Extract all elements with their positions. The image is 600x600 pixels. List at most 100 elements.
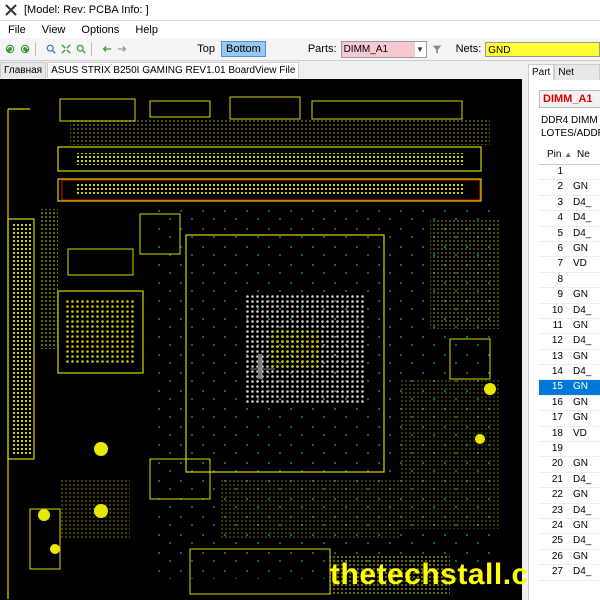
pin-table-row[interactable]: 14 D4_: [539, 365, 600, 381]
clear-filter-icon[interactable]: [432, 43, 442, 55]
pin-number: 16: [551, 396, 563, 408]
pin-net-name: GN: [573, 181, 588, 193]
pin-number: 3: [557, 196, 563, 208]
pin-net-name: D4_: [573, 504, 592, 516]
nets-label: Nets:: [455, 43, 482, 55]
pin-net-name: D4_: [573, 535, 592, 547]
pin-net-name: GN: [573, 550, 588, 562]
part-description-line: DDR4 DIMM 2: [541, 115, 600, 126]
toolbar-separator: [91, 42, 93, 56]
pin-number: 13: [551, 350, 563, 362]
board-canvas[interactable]: [0, 79, 522, 600]
column-header-net[interactable]: Ne: [577, 146, 600, 164]
pin-table-row[interactable]: 23 D4_: [539, 504, 600, 519]
app-icon: [5, 4, 17, 16]
pin-net-name: D4_: [573, 212, 592, 224]
document-tabs: Главная ASUS STRIX B250I GAMING REV1.01 …: [0, 62, 522, 78]
pin-number: 11: [552, 319, 563, 331]
tab-net[interactable]: Net (217: [554, 64, 600, 91]
menu-options[interactable]: Options: [73, 24, 127, 36]
sort-up-icon: ▲: [564, 150, 573, 159]
pin-net-name: GN: [573, 396, 588, 408]
pin-number: 24: [551, 519, 563, 531]
fit-board-icon[interactable]: [61, 43, 71, 55]
pin-net-name: D4_: [573, 366, 592, 378]
pin-table-row[interactable]: 24 GN: [539, 519, 600, 535]
pin-table-row[interactable]: 13 GN: [539, 350, 600, 366]
menu-file[interactable]: File: [0, 24, 34, 36]
rotate-right-icon[interactable]: [20, 43, 30, 55]
pin-number: 1: [557, 166, 563, 177]
tab-boardview-file[interactable]: ASUS STRIX B250I GAMING REV1.01 BoardVie…: [47, 62, 300, 78]
window-title: [Model: Rev: PCBA Info: ]: [24, 4, 149, 16]
pin-number: 20: [551, 458, 563, 470]
pin-table-header: Pin ▲ Ne: [539, 146, 600, 165]
toolbar: Top Bottom Parts: DIMM_A1 ▼ Nets: GND: [0, 38, 600, 61]
pin-table-row[interactable]: 10 D4_: [539, 304, 600, 319]
pin-number: 14: [551, 366, 563, 378]
parts-label: Parts:: [307, 43, 337, 55]
rotate-left-icon[interactable]: [5, 43, 15, 55]
pin-table-row[interactable]: 7 VD: [539, 257, 600, 273]
pin-net-name: GN: [573, 289, 588, 301]
pin-table-row[interactable]: 5 D4_: [539, 227, 600, 242]
pin-net-name: [567, 165, 600, 179]
pin-table-row[interactable]: 1: [539, 165, 600, 181]
pin-net-name: GN: [573, 519, 588, 531]
tab-part[interactable]: Part: [528, 64, 555, 80]
pin-table-row[interactable]: 2 GN: [539, 180, 600, 196]
pin-number: 10: [551, 304, 563, 316]
pin-number: 15: [551, 381, 563, 393]
pin-net-name: D4_: [573, 335, 592, 347]
parts-combobox[interactable]: DIMM_A1 ▼: [340, 40, 427, 58]
pin-net-name: GN: [573, 242, 588, 254]
pin-table-row[interactable]: 22 GN: [539, 488, 600, 504]
pin-table-row[interactable]: 27 D4_: [539, 565, 600, 581]
title-bar: [Model: Rev: PCBA Info: ]: [0, 0, 600, 21]
zoom-out-icon[interactable]: [76, 43, 86, 55]
pin-table-row[interactable]: 9 GN: [539, 288, 600, 304]
pin-table-row[interactable]: 6 GN: [539, 242, 600, 258]
tab-home[interactable]: Главная: [0, 62, 47, 78]
part-name-field: DIMM_A1: [539, 90, 600, 108]
chevron-down-icon[interactable]: ▼: [415, 45, 426, 54]
pin-table-row[interactable]: 8: [539, 273, 600, 289]
pin-table-row[interactable]: 15 GN: [539, 380, 600, 396]
pin-table-row[interactable]: 11 GN: [539, 319, 600, 335]
pin-number: 26: [551, 550, 563, 562]
pin-number: 4: [557, 212, 563, 224]
menu-view[interactable]: View: [34, 24, 74, 36]
pin-table-row[interactable]: 21 D4_: [539, 473, 600, 489]
pin-number: 22: [551, 489, 563, 501]
forward-arrow-icon[interactable]: [117, 43, 127, 55]
pin-table-row[interactable]: 26 GN: [539, 550, 600, 566]
pin-table-row[interactable]: 19: [539, 442, 600, 458]
pin-table-row[interactable]: 4 D4_: [539, 211, 600, 227]
column-header-pin[interactable]: Pin ▲: [539, 146, 577, 164]
pin-number: 17: [551, 412, 563, 424]
part-info-panel: DIMM_A1 DDR4 DIMM 2 LOTES/ADDR Pin ▲ Ne …: [528, 80, 600, 600]
bottom-side-button[interactable]: Bottom: [220, 41, 266, 57]
pin-table-row[interactable]: 3 D4_: [539, 196, 600, 212]
pin-table-row[interactable]: 12 D4_: [539, 334, 600, 350]
pin-number: 9: [557, 289, 563, 301]
pin-net-name: GN: [573, 381, 588, 393]
pin-table-row[interactable]: 18 VD: [539, 427, 600, 443]
nets-input[interactable]: GND: [485, 41, 600, 57]
pin-table-row[interactable]: 17 GN: [539, 411, 600, 427]
pin-net-name: D4_: [573, 304, 592, 316]
pin-net-name: [567, 442, 600, 456]
zoom-in-icon[interactable]: [46, 43, 56, 55]
back-arrow-icon[interactable]: [102, 43, 112, 55]
pin-table: Pin ▲ Ne 1 2 GN 3 D4_ 4 D4_ 5 D4_ 6 GN 7 VD 8 9 GN 10 D4_…: [539, 146, 600, 581]
top-side-button[interactable]: Top: [193, 42, 219, 56]
pin-table-row[interactable]: 25 D4_: [539, 534, 600, 550]
pin-net-name: D4_: [573, 473, 592, 485]
part-description-line: LOTES/ADDR: [541, 128, 600, 139]
parts-value[interactable]: DIMM_A1: [341, 41, 415, 57]
pcb-layout-drawing[interactable]: [0, 79, 522, 600]
menu-help[interactable]: Help: [127, 24, 166, 36]
pin-net-name: GN: [573, 458, 588, 470]
pin-table-row[interactable]: 20 GN: [539, 457, 600, 473]
pin-table-row[interactable]: 16 GN: [539, 396, 600, 412]
